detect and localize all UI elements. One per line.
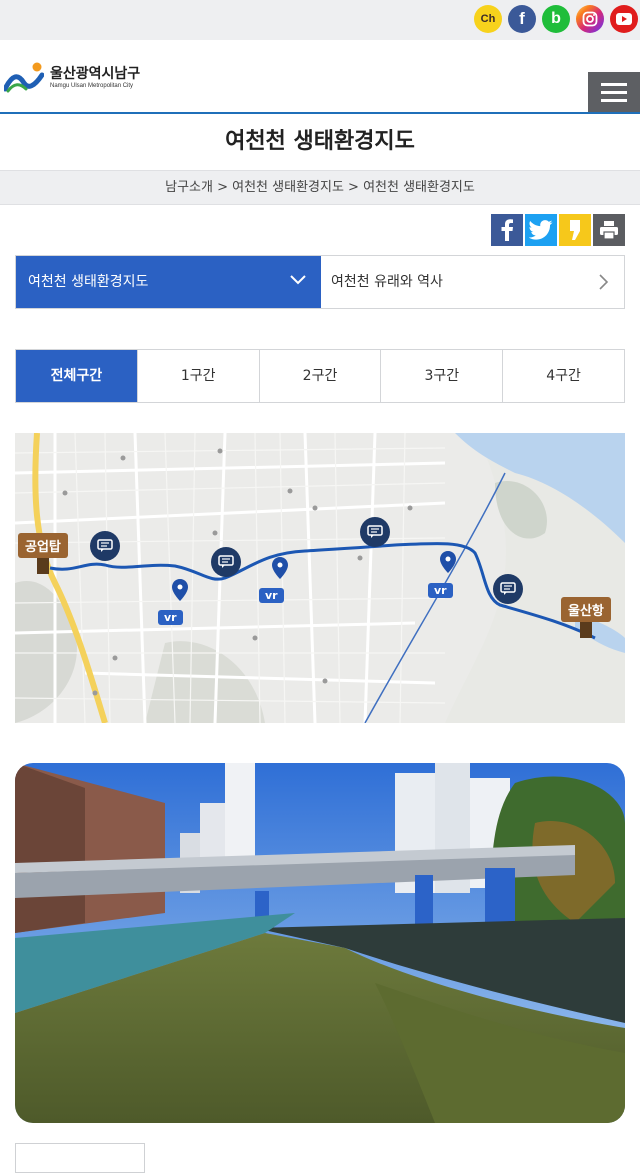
map-end-label: 울산항 bbox=[561, 597, 611, 638]
twitter-icon[interactable] bbox=[525, 214, 557, 246]
more-button[interactable] bbox=[15, 1143, 145, 1173]
sub-page-tabs: 여천천 생태환경지도 여천천 유래와 역사 bbox=[15, 255, 625, 309]
facebook-icon[interactable]: f bbox=[508, 5, 536, 33]
logo-mark-icon bbox=[4, 62, 44, 93]
tab-section-2[interactable]: 2구간 bbox=[258, 350, 381, 402]
kakao-channel-icon[interactable]: Ch bbox=[474, 5, 502, 33]
tab-label: 여천천 유래와 역사 bbox=[331, 274, 443, 290]
menu-icon[interactable] bbox=[588, 72, 640, 112]
youtube-icon[interactable] bbox=[610, 5, 638, 33]
tab-section-1[interactable]: 1구간 bbox=[136, 350, 259, 402]
tab-all-sections[interactable]: 전체구간 bbox=[16, 350, 137, 402]
top-sns-bar: Ch f b bbox=[0, 0, 640, 40]
vr-badge[interactable]: vr bbox=[428, 583, 453, 598]
logo-subtitle: Namgu Ulsan Metropolitan City bbox=[50, 83, 134, 89]
instagram-icon[interactable] bbox=[576, 5, 604, 33]
chevron-right-icon bbox=[599, 274, 609, 290]
chat-icon[interactable] bbox=[360, 517, 390, 547]
tab-label: 여천천 생태환경지도 bbox=[28, 274, 149, 290]
tab-eco-map[interactable]: 여천천 생태환경지도 bbox=[16, 256, 321, 308]
logo[interactable]: 울산광역시남구 Namgu Ulsan Metropolitan City bbox=[4, 57, 154, 97]
vr-badge[interactable]: vr bbox=[259, 588, 284, 603]
tab-history[interactable]: 여천천 유래와 역사 bbox=[321, 256, 624, 308]
chat-icon[interactable] bbox=[493, 574, 523, 604]
print-icon[interactable] bbox=[593, 214, 625, 246]
map-start-label: 공업탑 bbox=[18, 533, 68, 574]
facebook-icon[interactable] bbox=[491, 214, 523, 246]
tab-section-4[interactable]: 4구간 bbox=[502, 350, 624, 402]
panorama-photo[interactable] bbox=[15, 763, 625, 1123]
kakaostory-icon[interactable] bbox=[559, 214, 591, 246]
blog-icon[interactable]: b bbox=[542, 5, 570, 33]
section-tabs: 전체구간 1구간 2구간 3구간 4구간 bbox=[15, 349, 625, 403]
logo-title: 울산광역시남구 bbox=[50, 66, 141, 82]
eco-map[interactable]: 공업탑 울산항 vr vr vr bbox=[15, 433, 625, 723]
chat-icon[interactable] bbox=[211, 547, 241, 577]
breadcrumb: 남구소개 > 여천천 생태환경지도 > 여천천 생태환경지도 bbox=[0, 170, 640, 205]
tab-section-3[interactable]: 3구간 bbox=[380, 350, 503, 402]
chat-icon[interactable] bbox=[90, 531, 120, 561]
page-title: 여천천 생태환경지도 bbox=[225, 129, 415, 154]
vr-badge[interactable]: vr bbox=[158, 610, 183, 625]
chevron-down-icon bbox=[290, 275, 306, 285]
site-header: 울산광역시남구 Namgu Ulsan Metropolitan City bbox=[0, 40, 640, 114]
map-background bbox=[15, 433, 625, 723]
panorama-image bbox=[15, 763, 625, 1123]
